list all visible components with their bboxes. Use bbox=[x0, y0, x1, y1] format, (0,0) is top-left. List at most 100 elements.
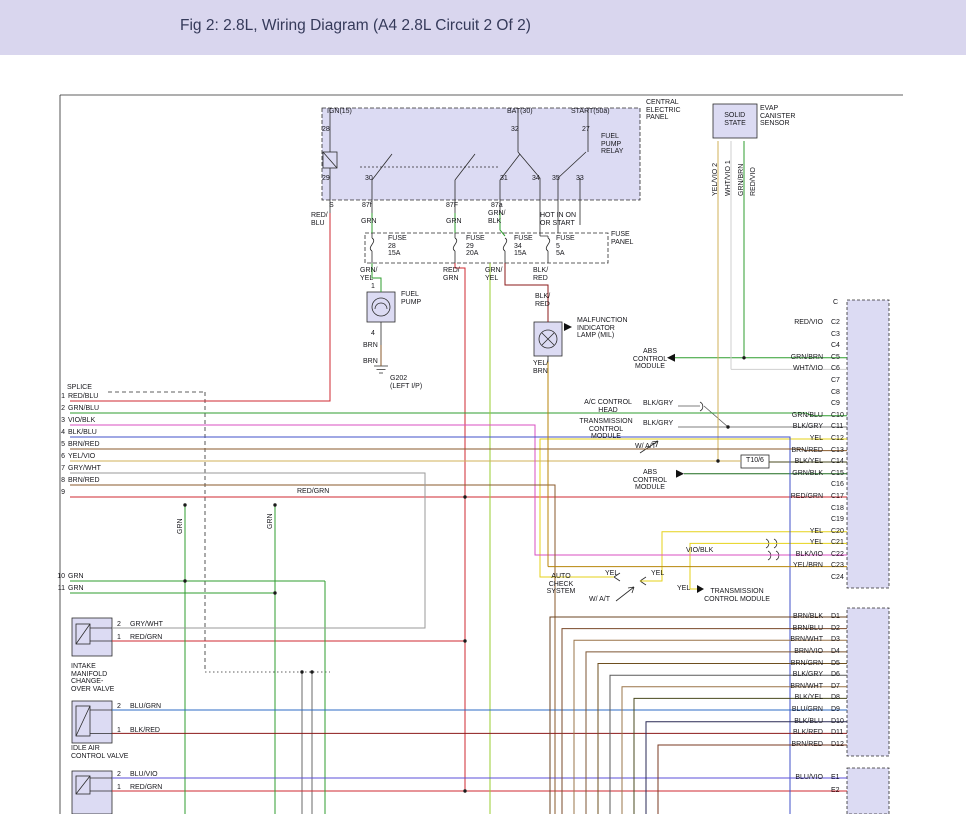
pin-wire-color: BRN/BLU bbox=[793, 625, 823, 633]
connector-pin-row: BRN/BLK D1 bbox=[745, 613, 845, 625]
pin-id: C10 bbox=[831, 412, 844, 420]
splice-title: SPLICE bbox=[67, 384, 92, 392]
terminal-87F: 87F bbox=[446, 202, 458, 210]
pin-35: 35 bbox=[552, 175, 560, 183]
wire-label-grn-yel-2: GRN/ YEL bbox=[485, 267, 503, 282]
pin-id: D3 bbox=[831, 636, 840, 644]
pin-id: E1 bbox=[831, 774, 840, 782]
connector-pin-row: GRN/BLU C10 bbox=[745, 412, 845, 424]
pin-wire-color: BLK/YEL bbox=[795, 458, 823, 466]
connector-pin-row: YEL C21 bbox=[745, 539, 845, 551]
connector-pin-row: WHT/VIO C6 bbox=[745, 365, 845, 377]
wire-label-yel-3: YEL bbox=[677, 585, 690, 593]
evap-canister-sensor-label: EVAP CANISTER SENSOR bbox=[760, 105, 795, 128]
connector-pin-row: C4 bbox=[745, 342, 845, 354]
fuse-28-label: FUSE 28 15A bbox=[388, 235, 407, 258]
device1-pin1-color: RED/GRN bbox=[130, 634, 162, 642]
wire-label-grn-rot-1: GRN bbox=[177, 518, 185, 534]
device2-pin2-color: BLU/GRN bbox=[130, 703, 161, 711]
connector-pin-row: BLK/YEL D8 bbox=[745, 694, 845, 706]
wire-label-red-grn: RED/ GRN bbox=[443, 267, 460, 282]
device1-pin1-num: 1 bbox=[117, 634, 121, 642]
connector-pin-row: BRN/BLU D2 bbox=[745, 625, 845, 637]
wire-label-red-grn-splice: RED/GRN bbox=[297, 488, 329, 496]
pin-id: C12 bbox=[831, 435, 844, 443]
splice-row-number: 5 bbox=[57, 441, 65, 449]
wire-label-grn-1: GRN bbox=[361, 218, 377, 226]
splice-row: 6 YEL/VIO bbox=[57, 453, 157, 465]
splice-row-color: RED/BLU bbox=[68, 393, 98, 401]
splice-row: 11 GRN bbox=[57, 585, 157, 597]
wire-label-blk-gry-2: BLK/GRY bbox=[643, 420, 673, 428]
pin-id: D7 bbox=[831, 683, 840, 691]
pin-30: 30 bbox=[365, 175, 373, 183]
splice-row-number: 2 bbox=[57, 405, 65, 413]
pin-id: C19 bbox=[831, 516, 844, 524]
splice-row-number: 3 bbox=[57, 417, 65, 425]
pin-id: C13 bbox=[831, 447, 844, 455]
pin-wire-color: BRN/BLK bbox=[793, 613, 823, 621]
pin-id: D6 bbox=[831, 671, 840, 679]
wire-label-red-vio-rot: RED/VIO bbox=[750, 167, 758, 196]
pin-id: E2 bbox=[831, 787, 840, 795]
device3-pin1-color: RED/GRN bbox=[130, 784, 162, 792]
abs-module-label-2: ABS CONTROL MODULE bbox=[633, 469, 667, 492]
connector-pin-row: C3 bbox=[745, 331, 845, 343]
pin-id: C17 bbox=[831, 493, 844, 501]
splice-row-number: 10 bbox=[57, 573, 65, 581]
mil-label: MALFUNCTION INDICATOR LAMP (MIL) bbox=[577, 317, 628, 340]
pin-wire-color: BLK/BLU bbox=[794, 718, 823, 726]
splice-row: 9 bbox=[57, 489, 157, 501]
splice-row-color: YEL/VIO bbox=[68, 453, 95, 461]
connector-pin-row: C8 bbox=[745, 389, 845, 401]
auto-check-system-label: AUTO CHECK SYSTEM bbox=[547, 573, 576, 596]
pin-id: C8 bbox=[831, 389, 840, 397]
pin-id: D2 bbox=[831, 625, 840, 633]
splice-row: 2 GRN/BLU bbox=[57, 405, 157, 417]
fuse-34-label: FUSE 34 15A bbox=[514, 235, 533, 258]
pin-id: C9 bbox=[831, 400, 840, 408]
pin-id: C16 bbox=[831, 481, 844, 489]
pin-wire-color: YEL bbox=[810, 435, 823, 443]
wire-label-grn-blk: GRN/ BLK bbox=[488, 210, 506, 225]
device1-name: INTAKE MANIFOLD CHANGE- OVER VALVE bbox=[71, 663, 114, 693]
pin-wire-color: BRN/GRN bbox=[791, 660, 823, 668]
pin-wire-color: BLK/GRY bbox=[793, 423, 823, 431]
pin-34: 34 bbox=[532, 175, 540, 183]
pin-wire-color: BLK/YEL bbox=[795, 694, 823, 702]
wire-label-blk-red-mil: BLK/ RED bbox=[535, 293, 550, 308]
pin-28: 28 bbox=[322, 126, 330, 134]
wire-label-yel-vio-rot: YEL/VIO 2 bbox=[712, 163, 720, 196]
terminal-s: S bbox=[329, 202, 334, 210]
connector-e-rows: BLU/VIO E1 E2 bbox=[745, 774, 845, 800]
connector-pin-row: BRN/WHT D3 bbox=[745, 636, 845, 648]
pin-wire-color: YEL bbox=[810, 528, 823, 536]
connector-pin-row: C18 bbox=[745, 505, 845, 517]
pin-id: C4 bbox=[831, 342, 840, 350]
connector-pin-row: C7 bbox=[745, 377, 845, 389]
pin-wire-color: BRN/VIO bbox=[794, 648, 823, 656]
fuse-5-label: FUSE 5 5A bbox=[556, 235, 575, 258]
pin-id: C6 bbox=[831, 365, 840, 373]
wire-label-grn-yel-1: GRN/ YEL bbox=[360, 267, 378, 282]
pin-id: C22 bbox=[831, 551, 844, 559]
splice-row-color: GRN bbox=[68, 573, 84, 581]
wire-label-brn-2: BRN bbox=[363, 358, 378, 366]
device3-pin2-num: 2 bbox=[117, 771, 121, 779]
wire-label-yel-1: YEL bbox=[605, 570, 618, 578]
pin-27: 27 bbox=[582, 126, 590, 134]
fuse-29-label: FUSE 29 20A bbox=[466, 235, 485, 258]
wire-label-blk-gry-1: BLK/GRY bbox=[643, 400, 673, 408]
pin-id: C5 bbox=[831, 354, 840, 362]
central-electric-panel-label: CENTRAL ELECTRIC PANEL bbox=[646, 99, 681, 122]
terminal-87f: 87f bbox=[362, 202, 372, 210]
pin-wire-color: RED/VIO bbox=[794, 319, 823, 327]
pin-32: 32 bbox=[511, 126, 519, 134]
pin-wire-color: YEL bbox=[810, 539, 823, 547]
connector-pin-row: BRN/VIO D4 bbox=[745, 648, 845, 660]
pin-wire-color: BRN/RED bbox=[791, 447, 823, 455]
splice-row: 1 RED/BLU bbox=[57, 393, 157, 405]
pin-id: D9 bbox=[831, 706, 840, 714]
splice-row-number: 6 bbox=[57, 453, 65, 461]
pin-wire-color: GRN/BLU bbox=[792, 412, 823, 420]
